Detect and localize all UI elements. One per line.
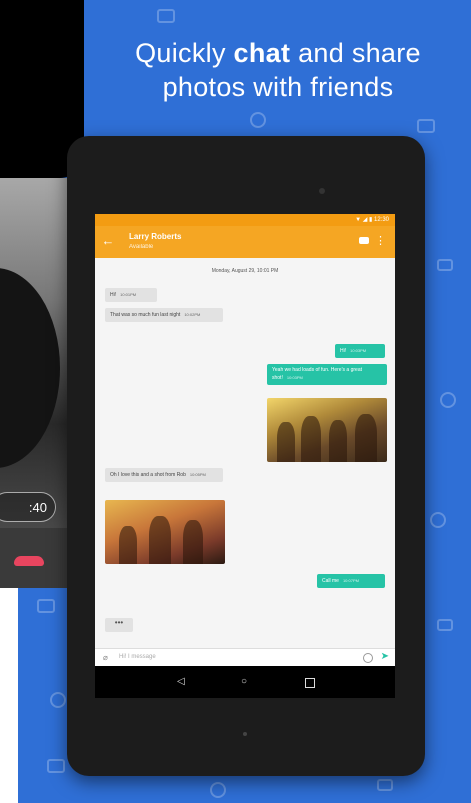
nav-home-icon[interactable]: ○ <box>241 676 247 688</box>
send-icon[interactable]: ➤ <box>381 651 389 662</box>
conversation-date: Monday, August 29, 10:01 PM <box>211 268 279 274</box>
emoji-icon[interactable] <box>363 653 373 663</box>
conversation-app-bar: ← Larry Roberts Available ⋮ <box>95 226 395 258</box>
photo-figure <box>183 520 203 564</box>
camera-dot <box>319 188 325 194</box>
message-bubble[interactable]: Call me 10:07PM <box>317 574 385 588</box>
arrow-back-icon[interactable]: ← <box>101 234 115 248</box>
call-video-feed <box>0 268 60 468</box>
shared-photo[interactable] <box>105 500 225 564</box>
tablet-device: ▼ ◢ ▮ 12:30 ← Larry Roberts Available ⋮ … <box>67 136 425 776</box>
message-text: That was so much fun last night <box>110 312 181 318</box>
message-text: Call me <box>322 578 339 584</box>
headline-prefix: Quickly <box>135 38 234 68</box>
message-bubble[interactable]: Yeah we had loads of fun. Here's a great… <box>267 364 387 385</box>
photo-figure <box>119 526 137 564</box>
message-bubble[interactable]: Oh I love this and a shot from Rob 10:05P… <box>105 468 223 482</box>
message-time: 10:01PM <box>120 292 137 297</box>
hangup-icon[interactable] <box>14 556 44 566</box>
photo-figure <box>277 422 295 462</box>
nav-back-icon[interactable]: ◁ <box>177 676 185 688</box>
video-call-screen: :40 <box>0 178 68 588</box>
sensor-dot <box>243 732 247 736</box>
nav-recents-icon[interactable] <box>305 678 315 688</box>
message-text: Hi! <box>110 292 117 298</box>
android-nav-bar: ◁ ○ <box>95 666 395 698</box>
message-text: Hi! <box>340 348 347 354</box>
photo-figure <box>301 416 321 462</box>
contact-name: Larry Roberts <box>129 232 182 241</box>
video-call-icon[interactable] <box>359 237 369 244</box>
shared-photo[interactable] <box>267 398 387 462</box>
message-time: 10:07PM <box>342 578 359 583</box>
message-bubble[interactable]: Hi! 10:01PM <box>105 288 157 302</box>
headline-bold-word: chat <box>233 38 291 68</box>
photo-figure <box>355 414 377 462</box>
more-vert-icon[interactable]: ⋮ <box>375 234 386 248</box>
status-bar: ▼ ◢ ▮ 12:30 <box>95 214 395 226</box>
call-timer: :40 <box>0 492 56 522</box>
typing-indicator: ••• <box>105 618 133 632</box>
headline-suffix: and share <box>290 38 421 68</box>
message-time: 10:02PM <box>184 312 201 317</box>
headline-line-2: photos with friends <box>162 72 394 102</box>
messaging-screen: ▼ ◢ ▮ 12:30 ← Larry Roberts Available ⋮ … <box>95 214 395 698</box>
message-bubble[interactable]: That was so much fun last night 10:02PM <box>105 308 223 322</box>
message-time: 10:03PM <box>286 375 303 380</box>
message-time: 10:03PM <box>350 348 367 353</box>
message-input[interactable]: Hi! I message <box>119 654 156 660</box>
promo-headline: Quickly chat and share photos with frien… <box>78 36 471 104</box>
message-text: Oh I love this and a shot from Rob <box>110 472 186 478</box>
message-time: 10:05PM <box>189 472 206 477</box>
message-bubble[interactable]: Hi! 10:03PM <box>335 344 385 358</box>
message-text: Yeah we had loads of fun. Here's a great… <box>272 367 362 381</box>
attach-icon[interactable]: ⌀ <box>103 653 108 662</box>
compose-bar: ⌀ Hi! I message ➤ <box>95 648 395 667</box>
photo-figure <box>329 420 347 462</box>
contact-status: Available <box>129 244 154 250</box>
photo-figure <box>149 516 171 564</box>
